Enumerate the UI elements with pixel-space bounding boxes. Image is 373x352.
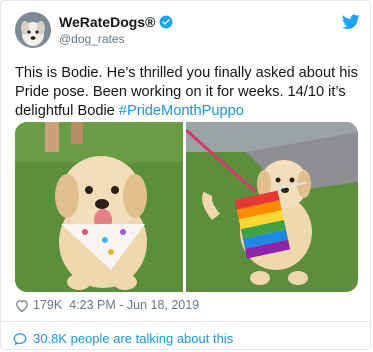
display-name[interactable]: WeRateDogs® (59, 14, 155, 30)
tweet-card: WeRateDogs® @dog_rates This is Bodie. He… (0, 0, 371, 350)
photo-puppy-bandana[interactable] (15, 122, 183, 292)
tweet-media (15, 122, 358, 292)
tweet-header: WeRateDogs® @dog_rates (15, 12, 360, 50)
hashtag-link[interactable]: #PrideMonthPuppo (119, 103, 244, 119)
verified-badge-icon (159, 15, 173, 29)
avatar[interactable] (15, 12, 51, 48)
conversation-count[interactable]: 30.8K people are talking about this (33, 331, 233, 346)
user-handle[interactable]: @dog_rates (59, 32, 173, 46)
tweet-text: This is Bodie. He’s thrilled you finally… (15, 64, 360, 121)
timestamp[interactable]: 4:23 PM - Jun 18, 2019 (69, 298, 199, 312)
like-count[interactable]: 179K (33, 298, 62, 312)
photo-puppy-pride-flag[interactable] (186, 122, 358, 292)
conversation-link[interactable]: 30.8K people are talking about this (13, 331, 233, 346)
speech-bubble-icon (13, 332, 27, 346)
heart-icon[interactable] (15, 299, 29, 312)
dog-avatar-icon (15, 12, 51, 48)
tweet-meta: 179K 4:23 PM - Jun 18, 2019 (15, 298, 199, 312)
twitter-bird-icon[interactable] (342, 14, 360, 30)
divider (1, 321, 370, 322)
